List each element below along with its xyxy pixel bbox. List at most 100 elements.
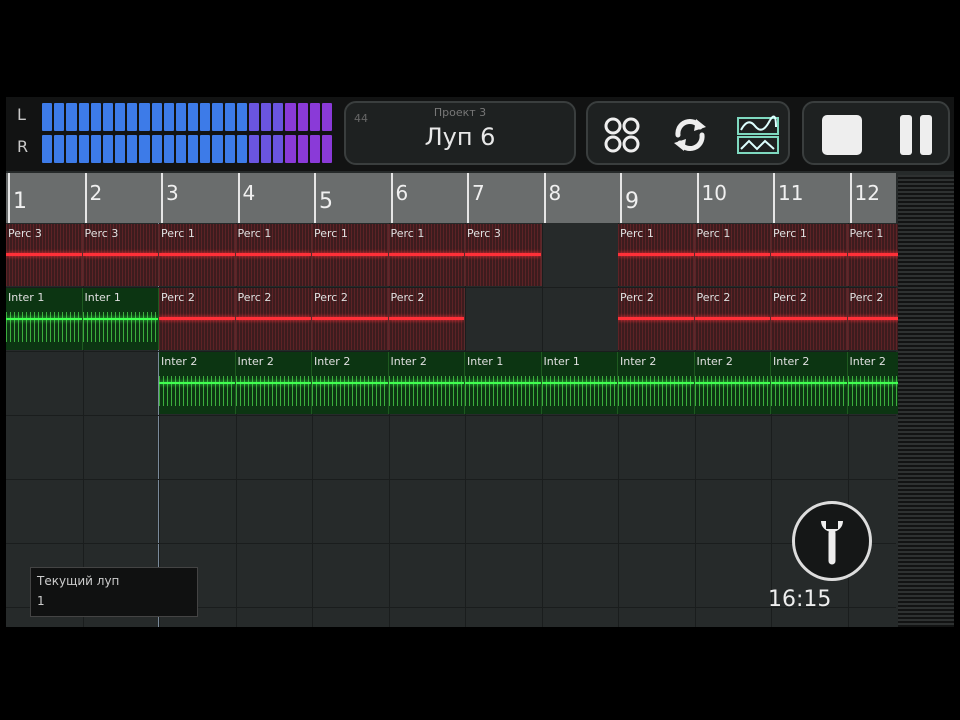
clip-label: Perc 2 — [696, 291, 731, 304]
ruler-bar-marker[interactable]: 12 — [849, 173, 880, 223]
pause-button[interactable] — [894, 113, 938, 157]
clip-label: Inter 1 — [543, 355, 580, 368]
project-selector[interactable]: 44 Проект 3 Луп 6 — [344, 101, 576, 165]
waveform-button[interactable] — [736, 113, 780, 157]
ruler-bar-number: 12 — [854, 181, 880, 205]
meter-segment — [127, 103, 138, 131]
ruler-bar-number: 1 — [13, 189, 27, 214]
loop-clip[interactable]: Inter 2 — [388, 352, 465, 414]
loop-sync-button[interactable] — [668, 113, 712, 157]
loop-editor-screen: L R 44 Проект 3 Луп 6 1 2 3 4 5 6 7 8 9 … — [6, 97, 954, 627]
ruler-bar-marker[interactable]: 9 — [620, 173, 639, 223]
clip-label: Perc 2 — [390, 291, 425, 304]
loop-clip[interactable]: Inter 1 — [82, 288, 159, 350]
ruler-bar-marker[interactable]: 8 — [543, 173, 561, 223]
meter-segment — [309, 103, 320, 131]
meter-segment — [139, 135, 150, 163]
loop-clip[interactable]: Perc 2 — [312, 288, 389, 350]
meter-segment — [236, 103, 247, 131]
loop-clip[interactable]: Inter 1 — [6, 288, 83, 350]
clip-label: Perc 1 — [161, 227, 195, 240]
loop-clip[interactable]: Perc 2 — [159, 288, 236, 350]
loop-clip[interactable]: Perc 1 — [771, 224, 848, 286]
meter-segment — [224, 103, 235, 131]
ruler-bar-marker[interactable]: 7 — [467, 173, 485, 223]
meter-segment — [78, 103, 89, 131]
project-name: Проект 3 — [433, 106, 487, 119]
loop-clip[interactable]: Perc 3 — [6, 224, 83, 286]
clip-label: Perc 1 — [314, 227, 348, 240]
top-bar: L R 44 Проект 3 Луп 6 — [6, 97, 954, 171]
ruler-bar-marker[interactable]: 2 — [84, 173, 102, 223]
ruler-bar-marker[interactable]: 11 — [773, 173, 803, 223]
loop-clip[interactable]: Inter 1 — [465, 352, 542, 414]
loop-clip[interactable]: Inter 2 — [235, 352, 312, 414]
loop-clip[interactable]: Inter 2 — [771, 352, 848, 414]
meter-segment — [151, 135, 162, 163]
loop-clip[interactable]: Perc 2 — [235, 288, 312, 350]
clip-label: Inter 2 — [849, 355, 886, 368]
meter-segment — [90, 135, 101, 163]
meter-segment — [321, 135, 333, 163]
left-channel-label: L — [17, 105, 26, 124]
loop-clip[interactable]: Perc 1 — [312, 224, 389, 286]
clip-label: Perc 2 — [237, 291, 272, 304]
loop-clip[interactable]: Inter 1 — [541, 352, 618, 414]
loop-clip[interactable]: Inter 2 — [159, 352, 236, 414]
loop-clip[interactable]: Perc 1 — [694, 224, 771, 286]
ruler-bar-marker[interactable]: 6 — [390, 173, 408, 223]
ruler-bar-number: 10 — [701, 181, 727, 205]
meter-segment — [200, 135, 211, 163]
ruler-bar-number: 2 — [89, 181, 103, 205]
clip-label: Perc 1 — [390, 227, 425, 240]
meter-segment — [309, 135, 320, 163]
clip-label: Perc 3 — [84, 227, 119, 240]
clip-label: Inter 2 — [773, 355, 810, 368]
ruler-bar-marker[interactable]: 5 — [314, 173, 333, 223]
ruler-bar-marker[interactable]: 4 — [237, 173, 255, 223]
meter-segment — [54, 135, 65, 163]
ruler-bar-marker[interactable]: 10 — [696, 173, 727, 223]
clip-label: Inter 2 — [161, 355, 198, 368]
loop-clip[interactable]: Inter 2 — [618, 352, 695, 414]
stop-button[interactable] — [822, 115, 862, 155]
ruler-bar-number: 9 — [625, 189, 639, 214]
meter-segment — [297, 135, 308, 163]
clip-label: Inter 2 — [237, 355, 274, 368]
right-channel-label: R — [17, 137, 29, 156]
clip-label: Perc 1 — [773, 227, 807, 240]
loop-clip[interactable]: Perc 3 — [465, 224, 542, 286]
loop-clip[interactable]: Perc 3 — [82, 224, 159, 286]
ruler-bar-marker[interactable]: 3 — [161, 173, 179, 223]
loop-clip[interactable]: Inter 2 — [694, 352, 771, 414]
drum-pads-button[interactable] — [600, 113, 644, 157]
meter-segment — [188, 103, 199, 131]
meter-segment — [66, 135, 77, 163]
loop-clip[interactable]: Perc 1 — [388, 224, 465, 286]
clip-label: Perc 3 — [467, 227, 501, 240]
ruler-bar-marker[interactable]: 1 — [8, 173, 27, 223]
loop-clip[interactable]: Perc 1 — [618, 224, 695, 286]
loop-clip[interactable]: Perc 2 — [694, 288, 771, 350]
bar-ruler[interactable]: 1 2 3 4 5 6 7 8 9 10 11 12 — [6, 173, 896, 223]
grid-row-line — [6, 543, 896, 544]
meter-segment — [297, 103, 308, 131]
meter-segment — [273, 135, 284, 163]
grid-row-line — [6, 415, 896, 416]
loop-clip[interactable]: Perc 1 — [235, 224, 312, 286]
clip-label: Perc 1 — [620, 227, 654, 240]
loop-clip[interactable]: Perc 1 — [159, 224, 236, 286]
vertical-scroller[interactable] — [898, 175, 954, 627]
level-meter-left — [42, 103, 333, 131]
meter-segment — [175, 103, 187, 131]
settings-wrench-button[interactable] — [792, 501, 872, 581]
loop-clip[interactable]: Perc 2 — [771, 288, 848, 350]
level-meter-right — [42, 135, 333, 163]
loop-clip[interactable]: Perc 2 — [388, 288, 465, 350]
clip-label: Inter 1 — [84, 291, 121, 304]
loop-clip[interactable]: Inter 2 — [312, 352, 389, 414]
meter-segment — [102, 103, 114, 131]
clip-label: Perc 2 — [161, 291, 195, 304]
meter-segment — [151, 103, 162, 131]
loop-clip[interactable]: Perc 2 — [618, 288, 695, 350]
